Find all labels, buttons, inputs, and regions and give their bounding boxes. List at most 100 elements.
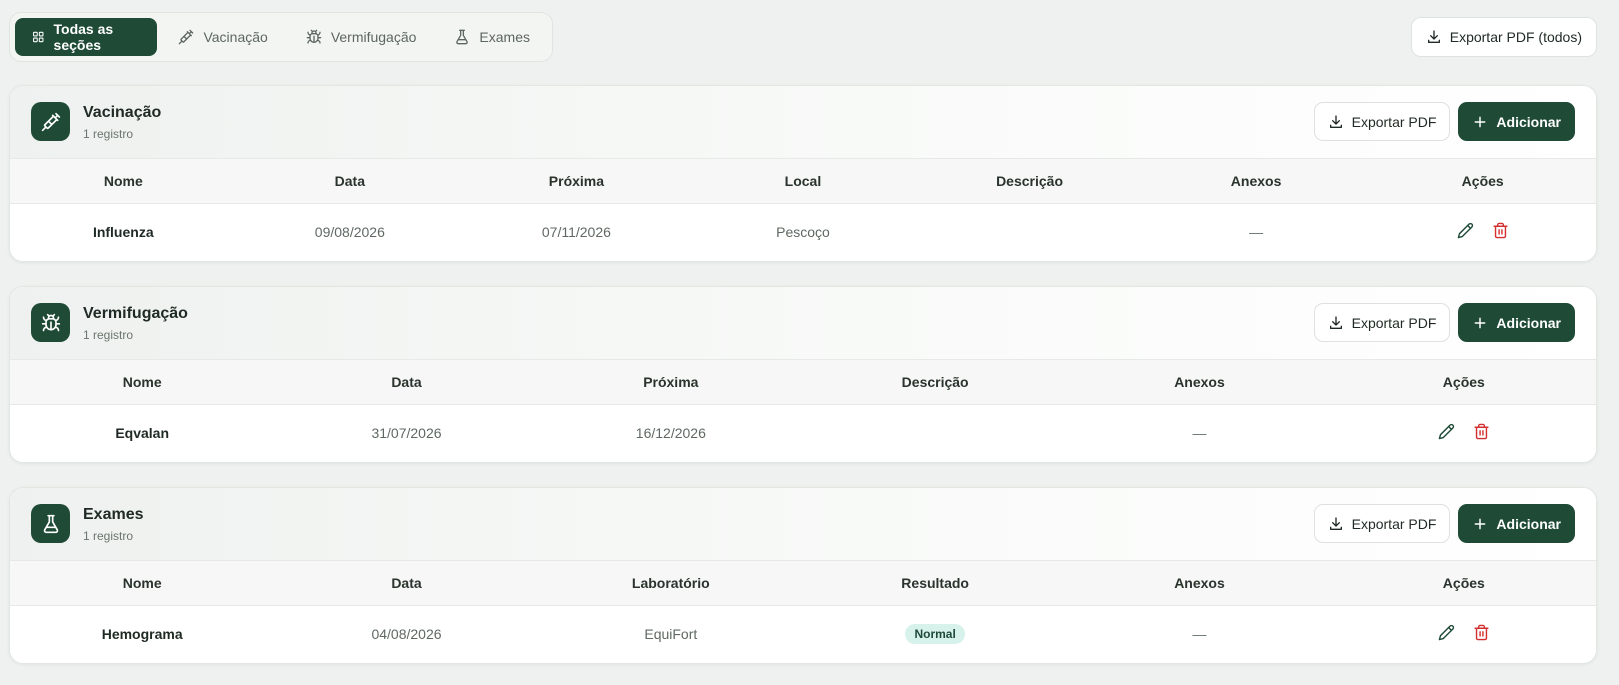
cell-anexos: — <box>1192 625 1207 642</box>
column-header[interactable]: Data <box>274 360 538 405</box>
column-header[interactable]: Data <box>237 159 464 204</box>
section-title: Vacinação <box>83 104 162 121</box>
delete-icon[interactable] <box>1473 423 1490 440</box>
section-title: Exames <box>83 506 144 523</box>
add-button[interactable]: Adicionar <box>1458 102 1575 141</box>
tab-all-sections[interactable]: Todas as seções <box>15 18 158 56</box>
download-icon <box>1328 315 1344 331</box>
add-label: Adicionar <box>1496 314 1561 331</box>
cell-acoes <box>1369 204 1596 260</box>
export-pdf-label: Exportar PDF <box>1351 113 1437 130</box>
syringe-icon <box>31 102 70 141</box>
column-header: Ações <box>1442 374 1485 390</box>
add-button[interactable]: Adicionar <box>1458 504 1575 543</box>
section-header: Vermifugação 1 registro Exportar PDF Adi… <box>10 287 1596 359</box>
column-header[interactable]: Laboratório <box>539 561 803 606</box>
edit-icon[interactable] <box>1438 423 1455 440</box>
column-header[interactable]: Nome <box>10 561 274 606</box>
cell-acoes <box>1332 606 1596 662</box>
plus-icon <box>1472 114 1488 130</box>
flask-icon <box>31 504 70 543</box>
cell-laboratorio: EquiFort <box>644 625 698 642</box>
column-header[interactable]: Nome <box>10 360 274 405</box>
column-header[interactable]: Local <box>690 159 917 204</box>
cell-data: 31/07/2026 <box>371 424 442 441</box>
delete-icon[interactable] <box>1473 624 1490 641</box>
records-table: Nome Data Próxima Local Descrição Anexos… <box>10 158 1596 260</box>
records-table: Nome Data Laboratório Resultado Anexos A… <box>10 560 1596 662</box>
tab-label: Todas as seções <box>53 21 114 53</box>
export-pdf-button[interactable]: Exportar PDF <box>1313 504 1451 543</box>
cell-descricao <box>803 405 1067 461</box>
cell-nome: Hemograma <box>101 625 183 642</box>
column-header[interactable]: Nome <box>10 159 237 204</box>
export-pdf-label: Exportar PDF <box>1351 515 1437 532</box>
download-icon <box>1328 516 1344 532</box>
tab-label: Vacinação <box>203 29 268 45</box>
record-count: 1 registro <box>83 328 134 342</box>
tab-exames[interactable]: Exames <box>437 18 547 56</box>
cell-nome: Eqvalan <box>115 424 170 441</box>
tab-label: Exames <box>479 29 530 45</box>
cell-proxima: 16/12/2026 <box>635 424 706 441</box>
table-row: Influenza 09/08/2026 07/11/2026 Pescoço … <box>10 204 1596 260</box>
column-header[interactable]: Descrição <box>916 159 1143 204</box>
record-count: 1 registro <box>83 127 134 141</box>
column-header[interactable]: Data <box>274 561 538 606</box>
add-label: Adicionar <box>1496 113 1561 130</box>
section-vacinacao: Vacinação 1 registro Exportar PDF Adicio… <box>9 85 1597 262</box>
table-row: Hemograma 04/08/2026 EquiFort Normal — <box>10 606 1596 662</box>
cell-local: Pescoço <box>776 223 830 240</box>
section-title: Vermifugação <box>83 305 188 322</box>
cell-proxima: 07/11/2026 <box>541 223 611 240</box>
table-header: Nome Data Próxima Descrição Anexos Ações <box>10 359 1596 405</box>
bug-icon <box>306 29 322 45</box>
delete-icon[interactable] <box>1492 222 1509 239</box>
table-row: Eqvalan 31/07/2026 16/12/2026 — <box>10 405 1596 461</box>
column-header[interactable]: Anexos <box>1067 360 1331 405</box>
export-pdf-button[interactable]: Exportar PDF <box>1313 303 1451 342</box>
section-exames: Exames 1 registro Exportar PDF Adicionar… <box>9 487 1597 664</box>
plus-icon <box>1472 315 1488 331</box>
section-tabs: Todas as seções Vacinação Vermifugação E… <box>9 12 553 62</box>
column-header[interactable]: Próxima <box>539 360 803 405</box>
add-label: Adicionar <box>1496 515 1561 532</box>
cell-resultado: Normal <box>803 606 1067 662</box>
export-pdf-label: Exportar PDF <box>1351 314 1437 331</box>
top-toolbar: Todas as seções Vacinação Vermifugação E… <box>9 12 1597 62</box>
cell-data: 04/08/2026 <box>371 625 442 642</box>
cell-acoes <box>1332 405 1596 461</box>
export-all-pdf-button[interactable]: Exportar PDF (todos) <box>1410 17 1597 57</box>
table-header: Nome Data Laboratório Resultado Anexos A… <box>10 560 1596 606</box>
cell-descricao <box>916 204 1143 260</box>
cell-anexos: — <box>1192 424 1207 441</box>
section-header: Vacinação 1 registro Exportar PDF Adicio… <box>10 86 1596 158</box>
records-table: Nome Data Próxima Descrição Anexos Ações… <box>10 359 1596 461</box>
download-icon <box>1426 29 1442 45</box>
flask-icon <box>454 29 470 45</box>
result-badge: Normal <box>905 623 965 644</box>
record-count: 1 registro <box>83 529 134 543</box>
tab-vacinacao[interactable]: Vacinação <box>161 18 284 56</box>
cell-anexos: — <box>1249 223 1264 240</box>
section-header: Exames 1 registro Exportar PDF Adicionar <box>10 488 1596 560</box>
column-header[interactable]: Descrição <box>803 360 1067 405</box>
table-header: Nome Data Próxima Local Descrição Anexos… <box>10 158 1596 204</box>
download-icon <box>1328 114 1344 130</box>
section-vermifugacao: Vermifugação 1 registro Exportar PDF Adi… <box>9 286 1597 463</box>
export-all-label: Exportar PDF (todos) <box>1449 29 1582 45</box>
grid-icon <box>32 29 45 45</box>
export-pdf-button[interactable]: Exportar PDF <box>1313 102 1451 141</box>
tab-vermifugacao[interactable]: Vermifugação <box>289 18 434 56</box>
cell-data: 09/08/2026 <box>314 223 385 240</box>
column-header: Ações <box>1461 173 1504 189</box>
column-header[interactable]: Anexos <box>1067 561 1331 606</box>
column-header[interactable]: Anexos <box>1143 159 1370 204</box>
edit-icon[interactable] <box>1438 624 1455 641</box>
column-header[interactable]: Próxima <box>463 159 690 204</box>
column-header: Ações <box>1442 575 1485 591</box>
cell-nome: Influenza <box>92 223 154 240</box>
edit-icon[interactable] <box>1457 222 1474 239</box>
add-button[interactable]: Adicionar <box>1458 303 1575 342</box>
column-header[interactable]: Resultado <box>803 561 1067 606</box>
